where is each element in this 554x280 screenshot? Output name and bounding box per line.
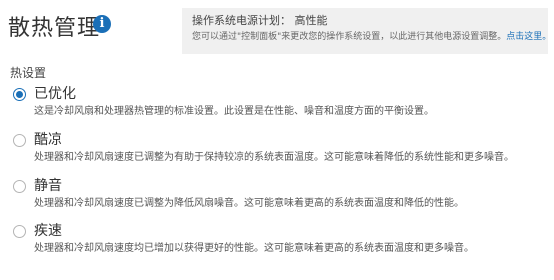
info-icon[interactable]: i: [93, 15, 111, 33]
thermal-option-label: 静音: [34, 178, 62, 194]
thermal-option-description: 处理器和冷却风扇速度已调整为有助于保持较凉的系统表面温度。这可能意味着降低的系统…: [34, 152, 514, 163]
page-title: 散热管理: [8, 16, 101, 41]
radio-quiet[interactable]: [13, 180, 26, 193]
radio-cool[interactable]: [13, 134, 26, 147]
power-plan-title: 操作系统电源计划： 高性能: [192, 14, 328, 27]
thermal-option-label: 疾速: [34, 223, 62, 239]
power-plan-panel: 操作系统电源计划： 高性能 您可以通过"控制面板"来更改您的操作系统设置，以此进…: [182, 8, 551, 54]
thermal-option-description: 处理器和冷却风扇速度已调整为降低风扇噪音。这可能意味着更高的系统表面温度和降低的…: [34, 198, 464, 209]
thermal-option-description: 这是冷却风扇和处理器热管理的标准设置。此设置是在性能、噪音和温度方面的平衡设置。: [34, 106, 434, 117]
control-panel-link[interactable]: 点击这里。: [506, 32, 551, 42]
thermal-settings-heading: 热设置: [10, 66, 47, 80]
radio-ultra-performance[interactable]: [13, 225, 26, 238]
power-plan-description: 您可以通过"控制面板"来更改您的操作系统设置，以此进行其他电源设置调整。点击这里…: [192, 31, 551, 44]
radio-optimized[interactable]: [13, 88, 26, 101]
power-plan-description-text: 您可以通过"控制面板"来更改您的操作系统设置，以此进行其他电源设置调整。: [192, 32, 507, 42]
thermal-option-description: 处理器和冷却风扇速度均已增加以获得更好的性能。这可能意味着更高的系统表面温度和更…: [34, 243, 474, 254]
thermal-option-label: 已优化: [34, 86, 76, 102]
thermal-option-label: 酷凉: [34, 132, 62, 148]
